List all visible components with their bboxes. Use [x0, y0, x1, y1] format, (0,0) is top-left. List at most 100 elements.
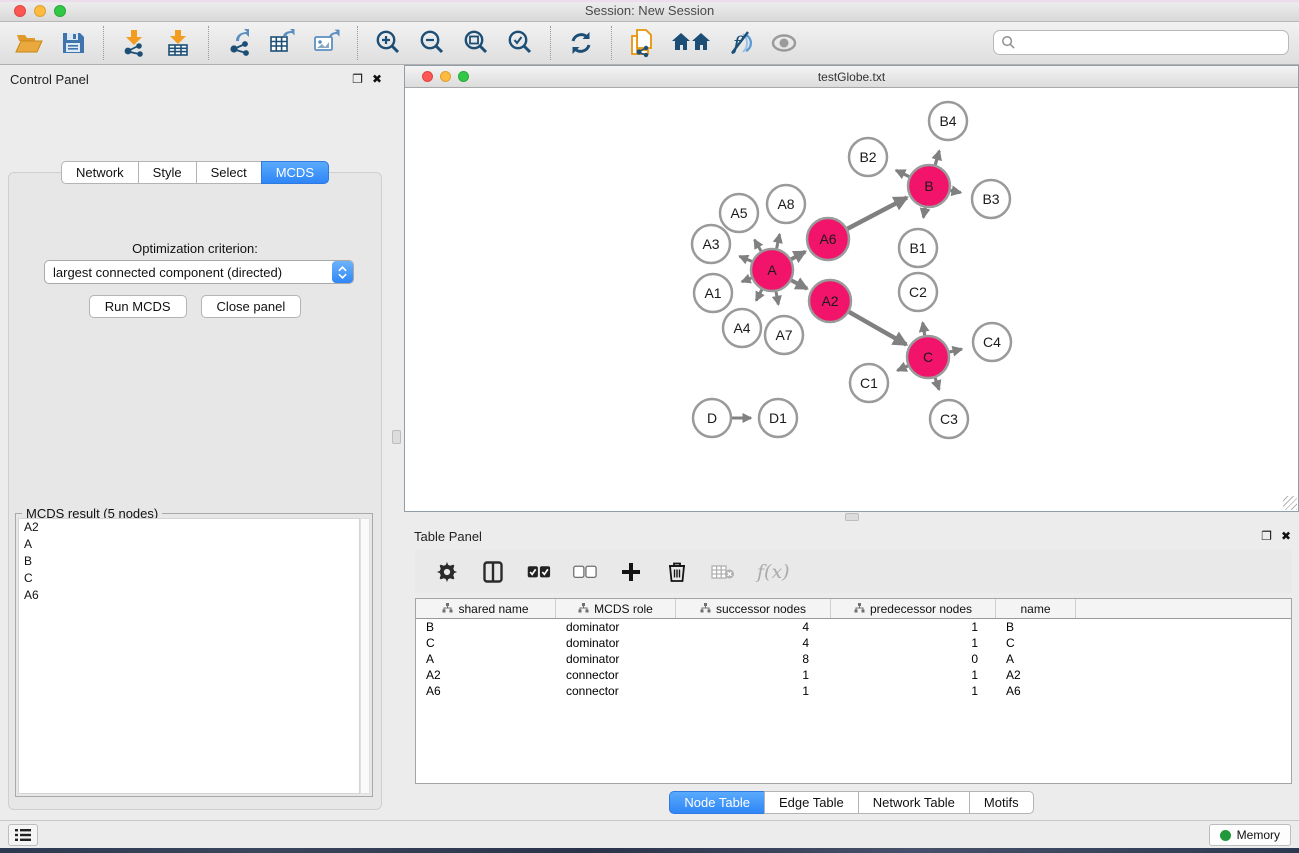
function-builder-icon[interactable]: f(x) — [757, 561, 790, 583]
deselect-all-rows-icon[interactable] — [573, 560, 597, 584]
edge-A2-C[interactable] — [849, 312, 906, 345]
edge-A-A8[interactable] — [777, 234, 780, 248]
table-row[interactable]: Bdominator41B — [416, 619, 1291, 635]
edge-B-B2[interactable] — [896, 170, 909, 176]
run-mcds-button[interactable]: Run MCDS — [89, 295, 187, 318]
export-table-icon[interactable] — [268, 28, 298, 58]
tab-select[interactable]: Select — [196, 161, 261, 184]
table-cell[interactable]: 4 — [676, 620, 831, 634]
edge-A-A6[interactable] — [791, 252, 805, 260]
node-D1[interactable]: D1 — [759, 399, 797, 437]
search-input[interactable] — [1016, 35, 1281, 50]
tab-node-table[interactable]: Node Table — [669, 791, 764, 814]
table-cell[interactable]: 8 — [676, 652, 831, 666]
edge-A-A3[interactable] — [740, 256, 752, 261]
mcds-result-list[interactable]: A2ABCA6 — [18, 518, 360, 794]
table-cell[interactable]: A — [996, 652, 1076, 666]
table-row[interactable]: Cdominator41C — [416, 635, 1291, 651]
node-A2[interactable]: A2 — [809, 280, 851, 322]
close-table-panel-icon[interactable]: ✖ — [1281, 529, 1291, 543]
gear-icon[interactable] — [435, 560, 459, 584]
table-row[interactable]: A6connector11A6 — [416, 683, 1291, 699]
node-D[interactable]: D — [693, 399, 731, 437]
zoom-selected-icon[interactable] — [505, 28, 535, 58]
float-table-panel-icon[interactable]: ❐ — [1261, 529, 1272, 543]
splitter-handle[interactable] — [392, 430, 401, 444]
edge-C-C3[interactable] — [935, 378, 939, 390]
node-B[interactable]: B — [908, 165, 950, 207]
edge-C-C2[interactable] — [923, 323, 925, 336]
select-all-rows-icon[interactable] — [527, 560, 551, 584]
table-cell[interactable]: A2 — [416, 668, 556, 682]
export-network-icon[interactable] — [224, 28, 254, 58]
edge-A-A2[interactable] — [791, 280, 807, 288]
edge-A-A1[interactable] — [742, 278, 752, 282]
delete-table-icon[interactable] — [711, 560, 735, 584]
column-header-name[interactable]: name — [996, 599, 1076, 618]
node-B4[interactable]: B4 — [929, 102, 967, 140]
table-cell[interactable]: A6 — [416, 684, 556, 698]
table-cell[interactable]: A2 — [996, 668, 1076, 682]
table-cell[interactable]: B — [416, 620, 556, 634]
table-cell[interactable]: dominator — [556, 620, 676, 634]
edge-C-C1[interactable] — [897, 366, 908, 371]
result-item-a2[interactable]: A2 — [19, 519, 359, 536]
node-C4[interactable]: C4 — [973, 323, 1011, 361]
network-canvas[interactable]: B4B2BB3A8A5A6A3B1AA1C2A2A4A7C4CC1DD1C3 — [405, 88, 1298, 511]
node-A6[interactable]: A6 — [807, 218, 849, 260]
edge-B-B4[interactable] — [935, 151, 939, 165]
table-cell[interactable]: connector — [556, 668, 676, 682]
node-A1[interactable]: A1 — [694, 274, 732, 312]
column-header-shared-name[interactable]: shared name — [416, 599, 556, 618]
close-panel-button[interactable]: Close panel — [201, 295, 302, 318]
edge-A6-B[interactable] — [848, 198, 907, 229]
task-history-button[interactable] — [8, 824, 38, 846]
result-item-c[interactable]: C — [19, 570, 359, 587]
search-field[interactable] — [993, 30, 1289, 55]
table-cell[interactable]: 1 — [676, 684, 831, 698]
tab-network[interactable]: Network — [61, 161, 138, 184]
table-cell[interactable]: dominator — [556, 636, 676, 650]
edge-B-B3[interactable] — [951, 191, 961, 193]
optimization-criterion-select[interactable]: largest connected component (directed) — [44, 260, 354, 284]
float-panel-icon[interactable]: ❐ — [352, 72, 363, 86]
table-cell[interactable]: C — [996, 636, 1076, 650]
table-cell[interactable]: 4 — [676, 636, 831, 650]
result-item-a[interactable]: A — [19, 536, 359, 553]
column-header-successor-nodes[interactable]: successor nodes — [676, 599, 831, 618]
table-cell[interactable]: 0 — [831, 652, 996, 666]
table-cell[interactable]: 1 — [831, 620, 996, 634]
node-C2[interactable]: C2 — [899, 273, 937, 311]
table-cell[interactable]: 1 — [831, 668, 996, 682]
node-A3[interactable]: A3 — [692, 225, 730, 263]
node-B2[interactable]: B2 — [849, 138, 887, 176]
edge-A-A5[interactable] — [755, 240, 762, 251]
zoom-in-icon[interactable] — [373, 28, 403, 58]
table-cell[interactable]: A6 — [996, 684, 1076, 698]
delete-column-icon[interactable] — [665, 560, 689, 584]
eye-icon[interactable] — [769, 28, 799, 58]
tab-motifs[interactable]: Motifs — [969, 791, 1034, 814]
table-cell[interactable]: A — [416, 652, 556, 666]
node-A4[interactable]: A4 — [723, 309, 761, 347]
export-image-icon[interactable] — [312, 28, 342, 58]
node-B1[interactable]: B1 — [899, 229, 937, 267]
edge-A-A4[interactable] — [756, 290, 762, 301]
network-graph[interactable]: B4B2BB3A8A5A6A3B1AA1C2A2A4A7C4CC1DD1C3 — [405, 88, 1298, 511]
import-table-icon[interactable] — [163, 28, 193, 58]
result-item-a6[interactable]: A6 — [19, 587, 359, 604]
node-A7[interactable]: A7 — [765, 316, 803, 354]
tab-edge-table[interactable]: Edge Table — [764, 791, 858, 814]
table-cell[interactable]: 1 — [831, 636, 996, 650]
tab-network-table[interactable]: Network Table — [858, 791, 969, 814]
node-C1[interactable]: C1 — [850, 364, 888, 402]
node-C3[interactable]: C3 — [930, 400, 968, 438]
save-icon[interactable] — [58, 28, 88, 58]
column-chooser-icon[interactable] — [481, 560, 505, 584]
edge-C-C4[interactable] — [949, 349, 961, 352]
table-cell[interactable]: 1 — [831, 684, 996, 698]
import-network-icon[interactable] — [119, 28, 149, 58]
table-row[interactable]: A2connector11A2 — [416, 667, 1291, 683]
refresh-icon[interactable] — [566, 28, 596, 58]
node-A8[interactable]: A8 — [767, 185, 805, 223]
